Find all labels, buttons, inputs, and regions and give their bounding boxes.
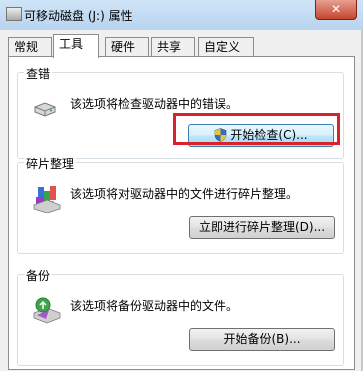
backup-description: 该选项将备份驱动器中的文件。 [70, 299, 239, 313]
defrag-title: 碎片整理 [24, 155, 77, 172]
tab-sharing[interactable]: 共享 [151, 37, 195, 56]
defrag-icon [33, 186, 61, 213]
backup-group: 备份 该选项将备份驱动器中的文件。 开始备份(B)... [17, 267, 344, 366]
tab-hardware[interactable]: 硬件 [105, 37, 149, 56]
defrag-now-button[interactable]: 立即进行碎片整理(D)... [189, 216, 335, 239]
tools-panel: 查错 该选项将检查驱动器中的错误。 开始检查(C)... 碎片整理 该选项将对驱… [8, 56, 355, 370]
tab-customize[interactable]: 自定义 [198, 37, 254, 56]
drive-icon [34, 102, 56, 117]
dialog-frame: 常规 工具 硬件 共享 自定义 查错 该选项将检查驱动器中的错误。 开始检查(C… [0, 30, 363, 371]
error-check-title: 查错 [24, 65, 53, 82]
window-title: 可移动磁盘 (J:) 属性 [24, 9, 133, 23]
highlight-box [173, 113, 340, 145]
defrag-group: 碎片整理 该选项将对驱动器中的文件进行碎片整理。 立即进行碎片整理(D)... [17, 155, 344, 254]
tab-general[interactable]: 常规 [8, 37, 52, 56]
backup-icon [33, 297, 61, 324]
tab-tools[interactable]: 工具 [53, 34, 99, 58]
defrag-description: 该选项将对驱动器中的文件进行碎片整理。 [70, 187, 299, 201]
title-bar: 可移动磁盘 (J:) 属性 ✕ [0, 0, 363, 30]
backup-title: 备份 [24, 267, 53, 284]
start-backup-button[interactable]: 开始备份(B)... [189, 328, 335, 351]
close-button[interactable]: ✕ [315, 0, 357, 20]
drive-title-icon [6, 7, 22, 21]
error-check-description: 该选项将检查驱动器中的错误。 [70, 97, 239, 111]
